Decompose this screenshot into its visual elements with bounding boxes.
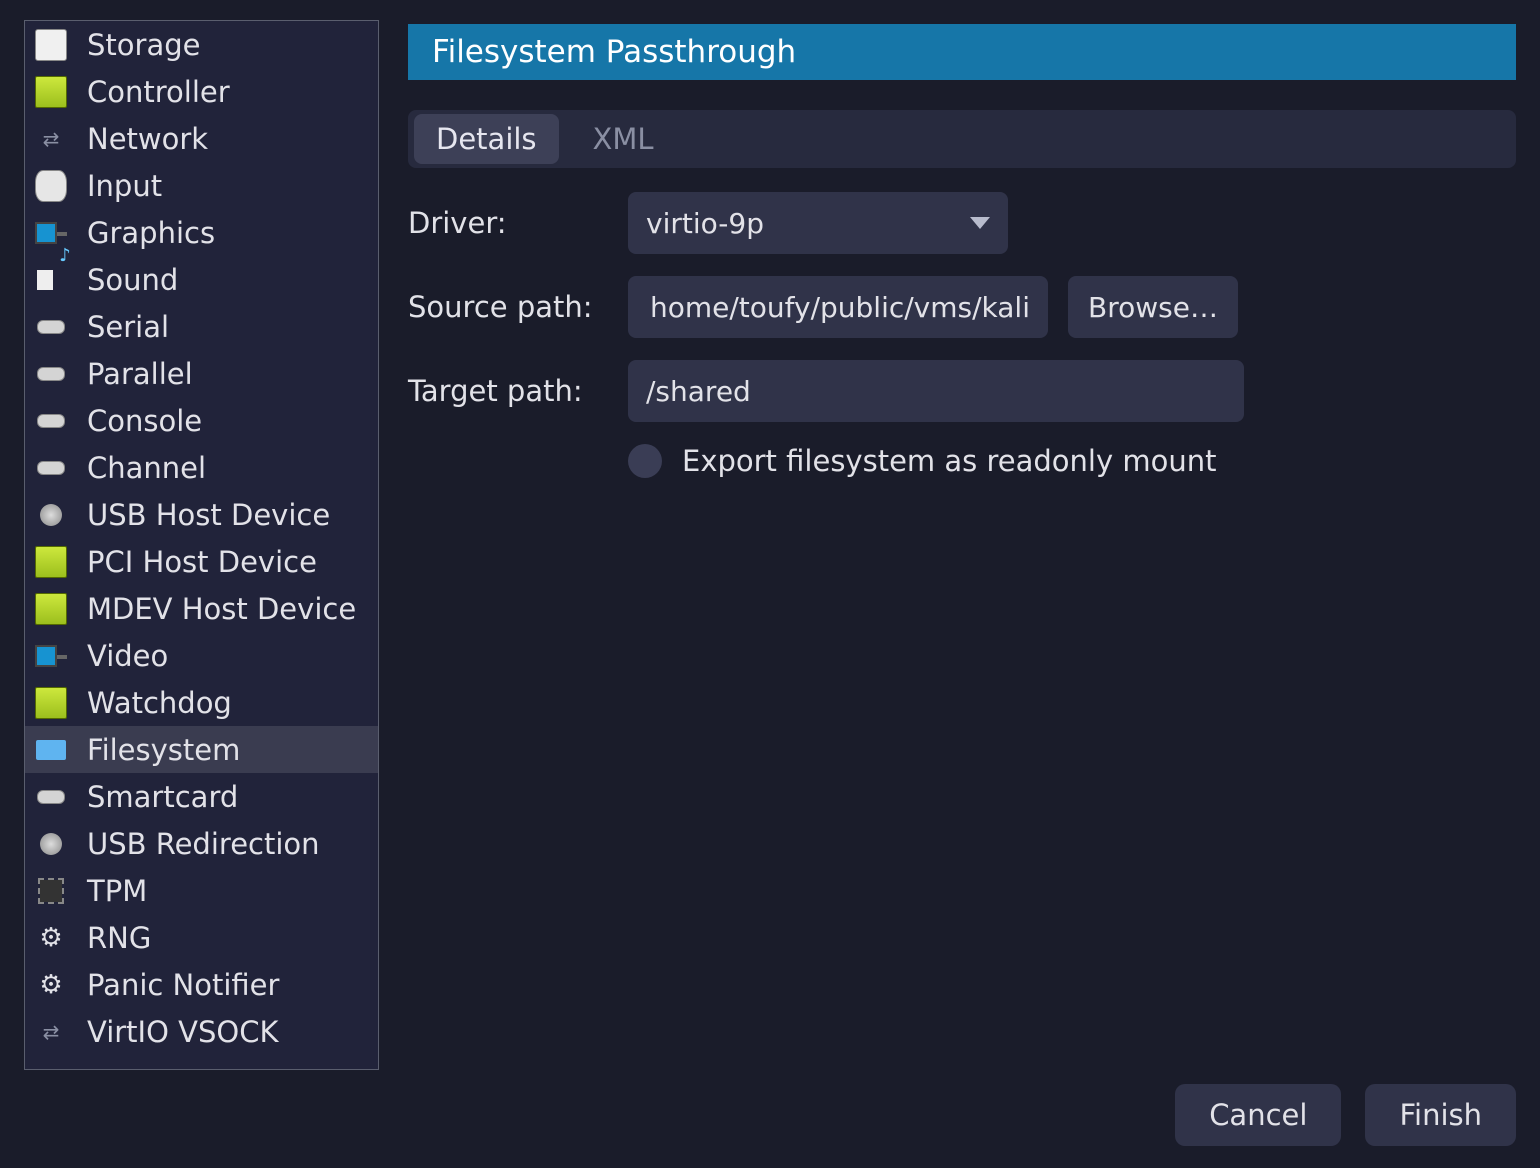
sidebar-item-virtio-vsock[interactable]: ⇄ VirtIO VSOCK <box>25 1008 378 1055</box>
sound-icon <box>35 264 67 296</box>
sidebar-item-storage[interactable]: Storage <box>25 21 378 68</box>
sidebar-item-input[interactable]: Input <box>25 162 378 209</box>
sidebar-item-channel[interactable]: Channel <box>25 444 378 491</box>
card-icon <box>35 546 67 578</box>
sidebar-item-label: Watchdog <box>87 686 232 720</box>
driver-label: Driver: <box>408 206 608 240</box>
main-panel: Filesystem Passthrough Details XML Drive… <box>408 24 1516 1046</box>
sidebar-item-video[interactable]: Video <box>25 632 378 679</box>
gear-icon <box>35 922 67 954</box>
sidebar-item-network[interactable]: ⇄ Network <box>25 115 378 162</box>
driver-select-value: virtio-9p <box>646 207 764 240</box>
usb-icon <box>35 499 67 531</box>
virt-manager-add-hardware-dialog: Storage Controller ⇄ Network Input Graphics So… <box>0 0 1540 1168</box>
card-icon <box>35 687 67 719</box>
sidebar-item-label: VirtIO VSOCK <box>87 1015 279 1049</box>
sidebar-item-label: Console <box>87 404 202 438</box>
sidebar-item-label: Sound <box>87 263 178 297</box>
connector-icon <box>35 358 67 390</box>
sidebar-item-rng[interactable]: RNG <box>25 914 378 961</box>
driver-select[interactable]: virtio-9p <box>628 192 1008 254</box>
monitor-icon <box>35 640 67 672</box>
details-xml-tabs: Details XML <box>408 110 1516 168</box>
sidebar-item-tpm[interactable]: TPM <box>25 867 378 914</box>
sidebar-item-filesystem[interactable]: Filesystem <box>25 726 378 773</box>
connector-icon <box>35 781 67 813</box>
gear-icon <box>35 969 67 1001</box>
connector-icon <box>35 452 67 484</box>
source-path-input[interactable] <box>628 276 1048 338</box>
mouse-icon <box>35 170 67 202</box>
sidebar-item-smartcard[interactable]: Smartcard <box>25 773 378 820</box>
target-path-label: Target path: <box>408 374 608 408</box>
sidebar-item-pci-host-device[interactable]: PCI Host Device <box>25 538 378 585</box>
sidebar-item-usb-host-device[interactable]: USB Host Device <box>25 491 378 538</box>
source-path-label: Source path: <box>408 290 608 324</box>
sidebar-item-label: Input <box>87 169 162 203</box>
usb-icon <box>35 828 67 860</box>
card-icon <box>35 593 67 625</box>
connector-icon <box>35 405 67 437</box>
browse-button[interactable]: Browse… <box>1068 276 1238 338</box>
sidebar-item-parallel[interactable]: Parallel <box>25 350 378 397</box>
sidebar-item-mdev-host-device[interactable]: MDEV Host Device <box>25 585 378 632</box>
connector-icon <box>35 311 67 343</box>
tab-details[interactable]: Details <box>414 114 559 164</box>
sidebar-item-usb-redirection[interactable]: USB Redirection <box>25 820 378 867</box>
chevron-down-icon <box>970 217 990 229</box>
sidebar-item-label: Channel <box>87 451 206 485</box>
tab-xml[interactable]: XML <box>571 114 676 164</box>
sidebar-item-label: Controller <box>87 75 230 109</box>
sidebar-item-label: RNG <box>87 921 151 955</box>
sidebar-item-label: USB Redirection <box>87 827 320 861</box>
disk-icon <box>35 29 67 61</box>
hardware-type-sidebar: Storage Controller ⇄ Network Input Graphics So… <box>24 20 379 1070</box>
sidebar-item-sound[interactable]: Sound <box>25 256 378 303</box>
sidebar-item-controller[interactable]: Controller <box>25 68 378 115</box>
dialog-footer: Cancel Finish <box>1175 1084 1516 1146</box>
cancel-button[interactable]: Cancel <box>1175 1084 1341 1146</box>
page-title: Filesystem Passthrough <box>408 24 1516 80</box>
target-path-input[interactable] <box>628 360 1244 422</box>
sidebar-item-panic-notifier[interactable]: Panic Notifier <box>25 961 378 1008</box>
sidebar-item-label: Storage <box>87 28 200 62</box>
sidebar-item-label: TPM <box>87 874 147 908</box>
readonly-label: Export filesystem as readonly mount <box>682 444 1216 478</box>
folder-icon <box>35 734 67 766</box>
sidebar-item-label: Video <box>87 639 168 673</box>
sidebar-item-label: USB Host Device <box>87 498 330 532</box>
sidebar-item-label: Network <box>87 122 208 156</box>
sidebar-item-label: Filesystem <box>87 733 240 767</box>
sidebar-item-graphics[interactable]: Graphics <box>25 209 378 256</box>
sidebar-item-label: Graphics <box>87 216 215 250</box>
sidebar-item-serial[interactable]: Serial <box>25 303 378 350</box>
sidebar-item-label: PCI Host Device <box>87 545 317 579</box>
monitor-icon <box>35 217 67 249</box>
sidebar-item-label: Panic Notifier <box>87 968 279 1002</box>
card-icon <box>35 76 67 108</box>
arrows-icon: ⇄ <box>35 123 67 155</box>
sidebar-item-label: Parallel <box>87 357 193 391</box>
filesystem-form: Driver: virtio-9p Source path: Browse… T… <box>408 190 1516 502</box>
sidebar-item-label: Serial <box>87 310 169 344</box>
readonly-checkbox[interactable] <box>628 444 662 478</box>
sidebar-item-console[interactable]: Console <box>25 397 378 444</box>
sidebar-item-watchdog[interactable]: Watchdog <box>25 679 378 726</box>
sidebar-item-label: MDEV Host Device <box>87 592 356 626</box>
sidebar-item-label: Smartcard <box>87 780 238 814</box>
chip-icon <box>35 875 67 907</box>
finish-button[interactable]: Finish <box>1365 1084 1516 1146</box>
arrows-icon: ⇄ <box>35 1016 67 1048</box>
